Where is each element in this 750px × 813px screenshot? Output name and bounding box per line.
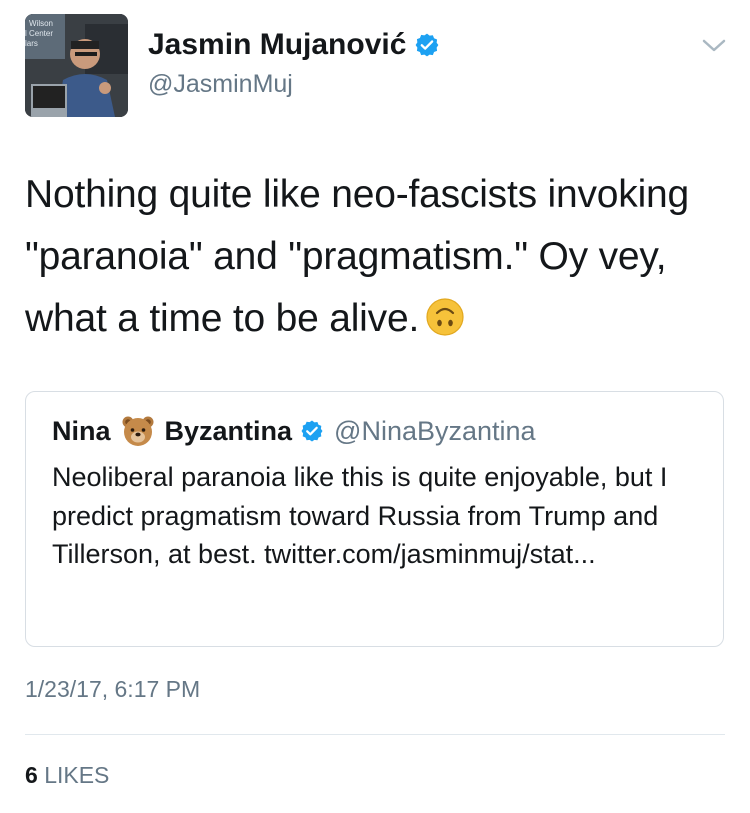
likes-stat[interactable]: 6 LIKES	[25, 762, 109, 789]
author-name[interactable]: Jasmin Mujanović	[148, 28, 406, 62]
quoted-author-last-name: Byzantina	[164, 415, 293, 446]
chevron-down-icon[interactable]	[701, 37, 727, 55]
upside-down-face-icon	[426, 298, 464, 336]
avatar[interactable]: Wilson l Center lars	[25, 14, 128, 117]
divider	[25, 734, 725, 735]
verified-badge-icon	[301, 420, 323, 442]
likes-count: 6	[25, 762, 38, 788]
verified-badge-icon	[416, 33, 439, 57]
tweet-body: Nothing quite like neo-fascists invoking…	[25, 173, 690, 340]
quoted-tweet-text: Neoliberal paranoia like this is quite e…	[52, 462, 668, 569]
avatar-caption-1: Wilson	[29, 19, 53, 28]
quoted-tweet-header: Nina Byzantina @NinaByzantina	[52, 414, 536, 448]
avatar-image: Wilson l Center lars	[25, 14, 128, 117]
quoted-author-first-name: Nina	[52, 415, 111, 446]
author-handle[interactable]: @JasminMuj	[148, 70, 293, 99]
likes-label: LIKES	[44, 762, 110, 788]
tweet-timestamp: 1/23/17, 6:17 PM	[25, 676, 201, 702]
author-name-row[interactable]: Jasmin Mujanović	[148, 28, 440, 62]
tweet-text: Nothing quite like neo-fascists invoking…	[25, 164, 730, 350]
bear-face-icon	[122, 416, 154, 446]
avatar-caption-3: lars	[25, 39, 38, 48]
quoted-author-handle: @NinaByzantina	[334, 415, 536, 446]
quoted-tweet-card[interactable]: Nina Byzantina @NinaByzantina Neoliberal…	[25, 391, 724, 647]
avatar-caption-2: l Center	[25, 29, 53, 38]
